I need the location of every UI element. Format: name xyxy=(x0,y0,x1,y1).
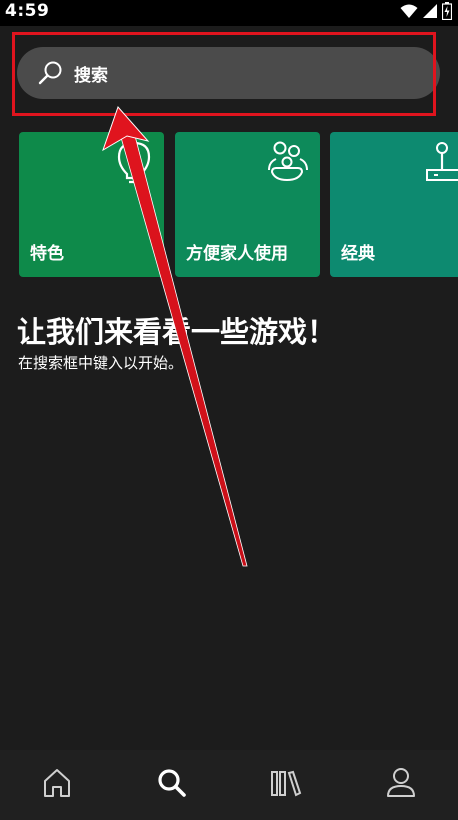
page-subheading: 在搜索框中键入以开始。 xyxy=(18,354,184,372)
page-heading: 让我们来看看一些游戏！ xyxy=(17,315,337,349)
home-icon xyxy=(41,767,73,803)
bottom-nav xyxy=(0,750,458,820)
nav-library[interactable] xyxy=(256,760,316,810)
wifi-icon xyxy=(400,3,418,23)
category-tile-classic[interactable]: 经典 xyxy=(330,132,458,277)
status-time: 4:59 xyxy=(5,1,50,21)
screen: 4:59 搜索 特色 方便家人使用 经典 让我们来看看一些游戏！ 在搜索框中键入… xyxy=(0,0,458,820)
category-label: 方便家人使用 xyxy=(186,244,288,264)
profile-icon xyxy=(385,766,417,804)
search-icon xyxy=(156,767,188,803)
lightbulb-icon xyxy=(115,140,153,190)
status-bar: 4:59 xyxy=(0,0,458,26)
library-icon xyxy=(269,767,303,803)
joystick-icon xyxy=(424,140,458,188)
nav-home[interactable] xyxy=(27,760,87,810)
nav-profile[interactable] xyxy=(371,760,431,810)
category-tile-featured[interactable]: 特色 xyxy=(19,132,164,277)
search-highlight-box xyxy=(12,32,436,116)
category-tile-family[interactable]: 方便家人使用 xyxy=(175,132,320,277)
status-icons xyxy=(400,2,453,24)
category-label: 经典 xyxy=(341,244,375,264)
annotation-arrow xyxy=(102,106,248,567)
family-icon xyxy=(266,140,310,188)
signal-icon xyxy=(422,3,438,23)
category-label: 特色 xyxy=(30,244,64,264)
nav-search[interactable] xyxy=(142,760,202,810)
battery-icon xyxy=(441,2,453,24)
